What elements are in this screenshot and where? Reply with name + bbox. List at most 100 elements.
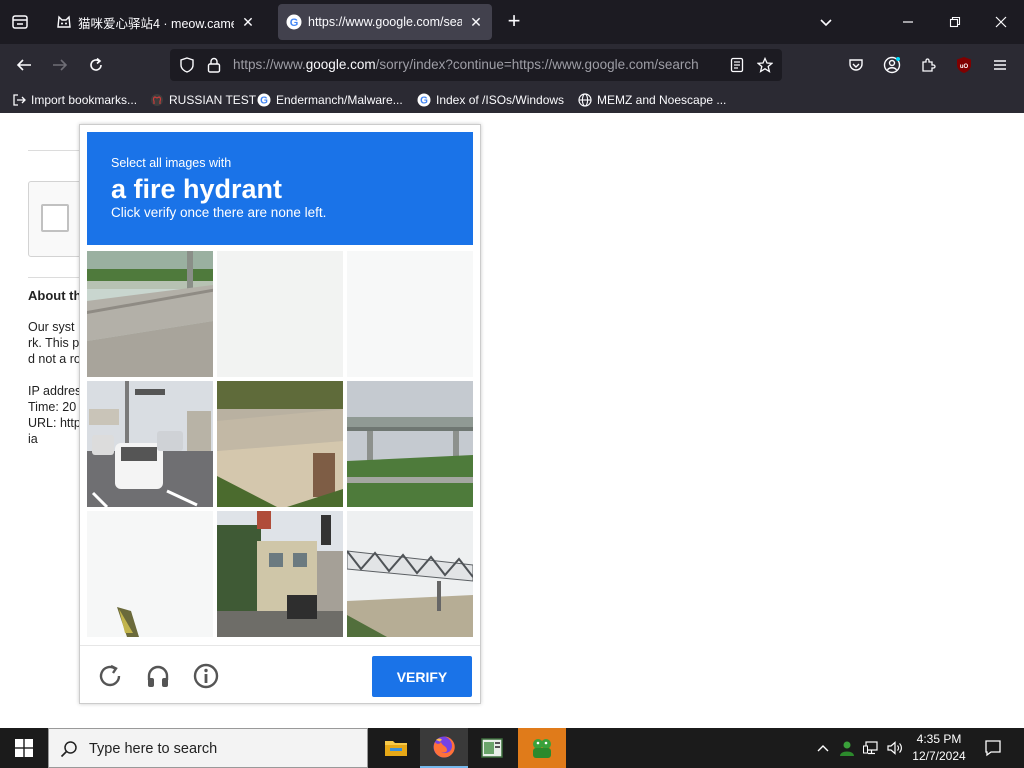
image-tile-2[interactable] [217,251,343,377]
search-icon [59,739,79,759]
globe-icon [578,93,592,107]
pocket-icon [849,59,863,71]
page-text-line: URL: http [28,416,81,430]
reload-icon [99,664,121,687]
cat-favicon-icon [56,14,72,30]
image-tile-5[interactable] [217,381,343,507]
svg-text:G: G [420,96,428,107]
audio-challenge-button[interactable] [140,658,176,694]
headphones-icon [147,665,169,687]
tab-list-icon [12,15,28,29]
tab-bar: 猫咪爱心驿站4 · meow.camera ✕ G https://www.go… [0,0,1024,44]
verify-button[interactable]: VERIFY [372,656,472,697]
speaker-icon [887,741,902,755]
volume-button[interactable] [884,728,906,768]
account-icon [883,56,901,74]
google-icon: G [257,93,271,107]
taskbar-clock[interactable]: 4:35 PM 12/7/2024 [904,731,974,765]
folder-icon [385,741,407,756]
clock-date: 12/7/2024 [912,749,966,763]
reader-view-icon[interactable] [728,56,746,74]
pocket-button[interactable] [843,52,869,78]
taskbar-search[interactable]: Type here to search [48,728,368,768]
extensions-button[interactable] [915,52,941,78]
shield-icon[interactable] [178,56,196,74]
puzzle-icon [922,58,936,72]
image-tile-1[interactable] [87,251,213,377]
restore-button[interactable] [941,8,969,36]
bookmark-import[interactable]: Import bookmarks... [12,90,137,110]
ublock-icon: uO [957,57,971,73]
hamburger-icon [994,60,1006,70]
url-path: /sorry/index?continue=https://www.google… [375,57,699,72]
new-tab-button[interactable]: + [502,10,526,34]
file-explorer-app[interactable] [372,728,420,768]
google-favicon-icon: G [286,14,302,30]
google-icon: G [417,93,431,107]
svg-text:uO: uO [960,64,969,70]
back-button[interactable] [11,52,37,78]
action-center-button[interactable] [978,728,1008,768]
chevron-down-icon [820,19,832,27]
restore-icon [949,16,961,28]
image-tile-7[interactable] [87,511,213,637]
reload-button[interactable] [83,52,109,78]
game-character-icon [533,739,551,758]
bookmark-label: MEMZ and Noescape ... [597,93,727,107]
address-bar[interactable]: https://www.google.com/sorry/index?conti… [170,49,782,81]
recaptcha-challenge-popup: Select all images with a fire hydrant Cl… [79,124,481,704]
challenge-footer: VERIFY [80,645,480,703]
close-window-button[interactable] [987,8,1015,36]
bookmark-russian-test[interactable]: RUSSIAN TEST [150,90,256,110]
taskbar-app-game[interactable] [518,728,566,768]
bookmark-memz-noescape[interactable]: MEMZ and Noescape ... [578,90,726,110]
bookmark-star-icon[interactable] [756,56,774,74]
windows-taskbar: Type here to search 4:35 PM 12/7/2024 [0,728,1024,768]
svg-text:G: G [290,17,299,29]
menu-button[interactable] [987,52,1013,78]
ublock-button[interactable]: uO [951,52,977,78]
account-button[interactable] [879,52,905,78]
chevron-up-icon [817,745,829,752]
challenge-image-grid [87,251,473,637]
challenge-subtext: Click verify once there are none left. [111,205,327,220]
network-button[interactable] [860,728,882,768]
back-arrow-icon [16,59,31,71]
tab-google-search[interactable]: G https://www.google.com/search ✕ [278,4,492,40]
image-tile-6[interactable] [347,381,473,507]
network-icon [863,741,878,755]
url-prefix: https://www. [233,57,306,72]
tray-user-app[interactable] [836,728,858,768]
taskbar-app-window[interactable] [468,728,516,768]
start-button[interactable] [0,728,48,768]
close-tab-icon[interactable]: ✕ [240,14,256,30]
minimize-button[interactable] [894,8,922,36]
image-tile-4[interactable] [87,381,213,507]
reload-challenge-button[interactable] [92,658,128,694]
image-tile-8[interactable] [217,511,343,637]
tab-list-button[interactable] [6,8,34,36]
page-text-line: IP addres [28,384,82,398]
lock-icon[interactable] [205,56,223,74]
reload-icon [90,57,102,71]
close-tab-icon[interactable]: ✕ [468,14,484,30]
bookmark-index-isos[interactable]: G Index of /ISOs/Windows [417,90,564,110]
page-text-line: Time: 20 [28,400,77,414]
forward-button[interactable] [47,52,73,78]
url-text[interactable]: https://www.google.com/sorry/index?conti… [233,57,717,72]
bookmark-label: Endermanch/Malware... [276,93,403,107]
tab-meow-camera[interactable]: 猫咪爱心驿站4 · meow.camera ✕ [48,4,264,40]
tab-title: https://www.google.com/search [308,15,462,29]
bookmark-label: Index of /ISOs/Windows [436,93,565,107]
image-tile-3[interactable] [347,251,473,377]
firefox-app[interactable] [420,728,468,768]
help-button[interactable] [188,658,224,694]
show-hidden-icons-button[interactable] [812,728,834,768]
bookmark-endermanch-malware[interactable]: G Endermanch/Malware... [257,90,403,110]
user-tray-icon [840,741,854,756]
image-tile-9[interactable] [347,511,473,637]
list-all-tabs-button[interactable] [812,8,840,36]
recaptcha-checkbox[interactable] [41,204,69,232]
tab-title: 猫咪爱心驿站4 · meow.camera [78,16,234,31]
close-icon [995,16,1007,28]
